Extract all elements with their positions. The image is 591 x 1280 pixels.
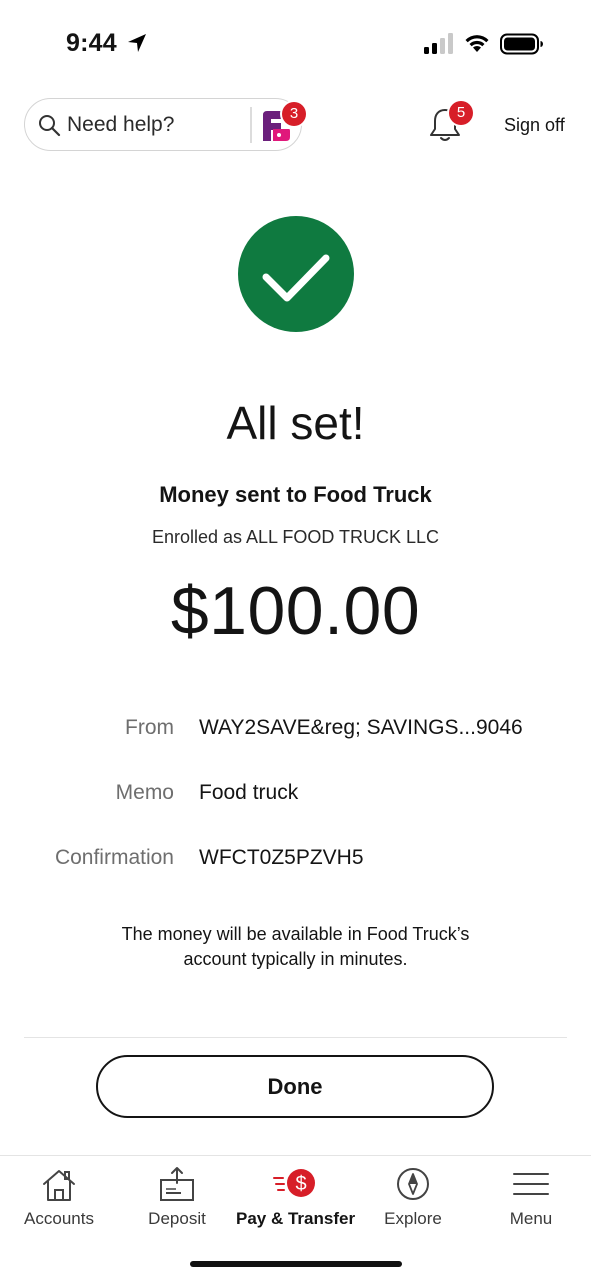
tab-menu[interactable]: Menu [472,1156,590,1246]
detail-value: WFCT0Z5PZVH5 [199,846,364,869]
deposit-icon [160,1167,194,1201]
battery-icon [500,33,543,55]
detail-value: Food truck [199,781,299,804]
tab-deposit[interactable]: Deposit [118,1156,236,1246]
detail-label: Confirmation [54,846,174,869]
hamburger-menu-icon [513,1173,549,1195]
detail-row-confirmation: Confirmation WFCT0Z5PZVH5 [0,846,591,876]
notifications-badge: 5 [449,101,473,125]
tab-label: Pay & Transfer [236,1209,356,1228]
svg-text:$: $ [295,1173,306,1195]
tab-accounts[interactable]: Accounts [0,1156,118,1246]
tab-label: Explore [384,1209,442,1228]
detail-row-from: From WAY2SAVE&reg; SAVINGS...9046 [0,716,591,746]
search-placeholder: Need help? [67,113,175,136]
app-screen: 9:44 Need help? 3 5 Sign off All set! Mo… [0,0,591,1280]
compass-icon [397,1168,429,1200]
status-bar: 9:44 [0,0,591,88]
tab-label: Menu [509,1209,553,1228]
sent-amount: $100.00 [170,573,421,649]
tab-pay-transfer[interactable]: $ Pay & Transfer [236,1156,356,1246]
enrolled-line: Enrolled as ALL FOOD TRUCK LLC [151,527,440,547]
availability-note: The money will be available in Food Truc… [121,924,470,969]
detail-value: WAY2SAVE&reg; SAVINGS...9046 [199,716,523,739]
section-divider [24,1037,567,1038]
home-icon [43,1170,75,1201]
detail-label: Memo [115,781,174,804]
detail-label: From [125,716,174,739]
done-button[interactable]: Done [96,1055,494,1118]
success-check-icon [238,216,354,332]
help-search-bar[interactable]: Need help? 3 [24,98,306,151]
tab-label: Accounts [24,1209,94,1228]
recipient-line: Money sent to Food Truck [159,482,432,507]
search-icon [39,115,61,137]
status-time: 9:44 [66,29,117,57]
detail-row-memo: Memo Food truck [0,781,591,811]
assistant-badge: 3 [282,102,306,126]
location-arrow-icon [128,34,146,52]
sign-off-link[interactable]: Sign off [504,115,565,136]
home-indicator[interactable] [190,1261,402,1267]
wifi-icon [465,35,489,52]
pay-transfer-icon: $ [273,1169,315,1197]
cellular-signal-icon [424,33,453,54]
search-divider [250,107,252,143]
confirmation-headline: All set! [226,397,365,449]
tab-explore[interactable]: Explore [354,1156,472,1246]
tab-label: Deposit [148,1209,206,1228]
